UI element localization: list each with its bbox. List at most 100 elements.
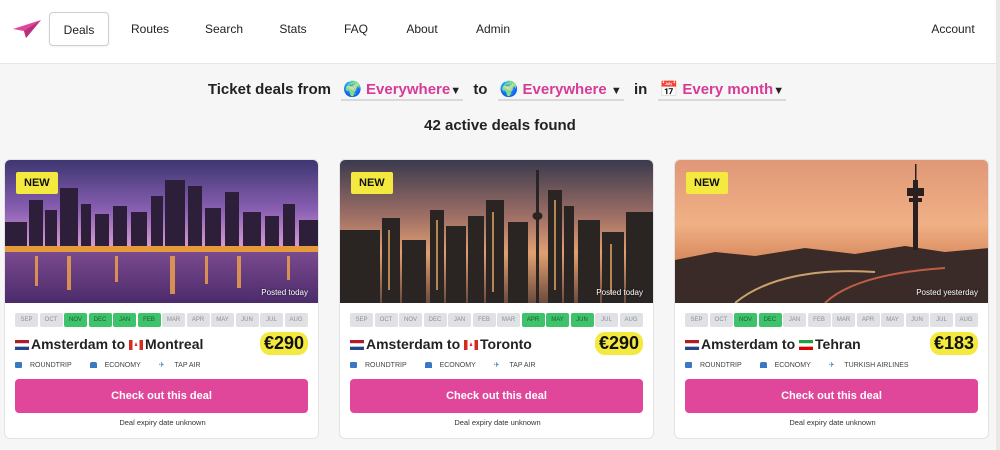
nav-stats[interactable]: Stats: [266, 12, 320, 46]
month-chip-may: MAY: [881, 313, 904, 327]
iran-flag-icon: [799, 340, 814, 350]
nav-faq[interactable]: FAQ: [334, 12, 378, 46]
seat-icon: [424, 362, 432, 368]
airline-name: TURKISH AIRLINES: [844, 362, 909, 369]
deal-card[interactable]: NEW Posted yesterday SEP OCT NOV DEC JAN FEB M…: [674, 159, 989, 439]
deal-route[interactable]: Amsterdam to Tehran: [685, 336, 861, 352]
netherlands-flag-icon: [685, 340, 699, 350]
roundtrip-icon: [350, 362, 357, 368]
month-value: Every month: [682, 81, 774, 98]
month-chip-mar: MAR: [162, 313, 185, 327]
airplane-icon: ✈: [493, 362, 500, 369]
airline-name: TAP AIR: [174, 362, 201, 369]
month-availability: SEP OCT NOV DEC JAN FEB MAR APR MAY JUN JUL AUG: [685, 313, 978, 327]
month-chip-aug: AUG: [619, 313, 643, 327]
seat-icon: [89, 362, 97, 368]
month-availability: SEP OCT NOV DEC JAN FEB MAR APR MAY JUN JUL AUG: [350, 313, 643, 327]
route-origin: Amsterdam: [31, 336, 109, 352]
deal-expiry: Deal expiry date unknown: [119, 418, 206, 427]
globe-icon: 🌍: [343, 81, 362, 98]
netherlands-flag-icon: [350, 340, 364, 350]
month-chip-jul: JUL: [930, 313, 953, 327]
roundtrip-icon: [15, 362, 22, 368]
roundtrip-icon: [685, 362, 692, 368]
airplane-icon: ✈: [828, 362, 835, 369]
nav-routes[interactable]: Routes: [122, 12, 178, 46]
nav-about[interactable]: About: [396, 12, 448, 46]
cabin-class: ECONOMY: [439, 362, 476, 369]
paper-plane-logo-icon[interactable]: [12, 18, 42, 40]
deal-card[interactable]: NEW Posted today SEP OCT NOV DEC JAN FEB MAR AP…: [4, 159, 319, 439]
month-chip-apr: APR: [856, 313, 880, 327]
month-chip-aug: AUG: [284, 313, 308, 327]
route-to-word: to: [111, 336, 126, 352]
filter-in-word: in: [633, 81, 648, 98]
route-destination: Montreal: [145, 336, 204, 352]
month-chip-jan: JAN: [448, 313, 471, 327]
month-chip-sep: SEP: [15, 313, 38, 327]
month-chip-mar: MAR: [497, 313, 520, 327]
airplane-icon: ✈: [158, 362, 165, 369]
month-chip-nov: NOV: [64, 313, 87, 327]
deal-filter: Ticket deals from 🌍 Everywhere▼ to 🌍 Eve…: [0, 80, 1000, 101]
new-badge: NEW: [686, 172, 728, 194]
posted-date: Posted today: [261, 288, 308, 297]
route-destination: Tehran: [815, 336, 861, 352]
month-chip-jan: JAN: [113, 313, 136, 327]
route-to-word: to: [446, 336, 461, 352]
month-chip-sep: SEP: [685, 313, 708, 327]
canada-flag-icon: [129, 340, 144, 350]
check-out-deal-button[interactable]: Check out this deal: [350, 379, 643, 413]
month-chip-jul: JUL: [595, 313, 618, 327]
month-chip-feb: FEB: [472, 313, 496, 327]
filter-to-word: to: [473, 81, 488, 98]
check-out-deal-button[interactable]: Check out this deal: [15, 379, 308, 413]
caret-down-icon: ▼: [773, 85, 785, 97]
route-origin: Amsterdam: [366, 336, 444, 352]
month-chip-feb: FEB: [807, 313, 831, 327]
nav-deals[interactable]: Deals: [49, 12, 109, 46]
month-chip-jun: JUN: [570, 313, 594, 327]
deals-count: 42 active deals found: [424, 117, 576, 134]
deal-meta: ROUNDTRIP ECONOMY ✈ TURKISH AIRLINES: [685, 361, 925, 369]
trip-type: ROUNDTRIP: [365, 362, 407, 369]
month-select[interactable]: 📅 Every month▼: [657, 80, 787, 101]
month-chip-dec: DEC: [423, 313, 447, 327]
month-chip-dec: DEC: [88, 313, 112, 327]
deal-meta: ROUNDTRIP ECONOMY ✈ TAP AIR: [350, 361, 552, 369]
caret-down-icon: ▼: [450, 85, 462, 97]
month-chip-sep: SEP: [350, 313, 373, 327]
month-chip-may: MAY: [211, 313, 234, 327]
deal-meta: ROUNDTRIP ECONOMY ✈ TAP AIR: [15, 361, 217, 369]
check-out-deal-button[interactable]: Check out this deal: [685, 379, 978, 413]
deal-route[interactable]: Amsterdam to Montreal: [15, 336, 203, 352]
globe-icon: 🌍: [499, 81, 519, 98]
month-chip-oct: OCT: [709, 313, 733, 327]
route-to-word: to: [781, 336, 796, 352]
posted-date: Posted today: [596, 288, 643, 297]
from-value: Everywhere: [366, 81, 451, 98]
month-chip-jul: JUL: [260, 313, 283, 327]
deal-price: €183: [929, 332, 978, 355]
month-chip-oct: OCT: [39, 313, 63, 327]
cabin-class: ECONOMY: [774, 362, 811, 369]
airline-name: TAP AIR: [509, 362, 536, 369]
filter-prefix: Ticket deals from: [207, 81, 331, 98]
to-select[interactable]: 🌍 Everywhere ▼: [497, 80, 624, 101]
top-navbar: Deals Routes Search Stats FAQ About Admi…: [0, 0, 1000, 64]
month-chip-aug: AUG: [954, 313, 978, 327]
month-chip-jan: JAN: [783, 313, 806, 327]
deal-card[interactable]: NEW Posted today SEP OCT NOV DEC JAN FEB MAR AP…: [339, 159, 654, 439]
month-chip-nov: NOV: [399, 313, 422, 327]
deal-expiry: Deal expiry date unknown: [789, 418, 876, 427]
month-chip-mar: MAR: [832, 313, 855, 327]
month-chip-apr: APR: [186, 313, 210, 327]
nav-search[interactable]: Search: [196, 12, 252, 46]
deal-route[interactable]: Amsterdam to Toronto: [350, 336, 532, 352]
month-chip-nov: NOV: [734, 313, 757, 327]
nav-admin[interactable]: Admin: [466, 12, 520, 46]
page-scrollbar[interactable]: [996, 0, 1000, 450]
to-value: Everywhere: [522, 81, 607, 98]
from-select[interactable]: 🌍 Everywhere▼: [341, 80, 464, 101]
nav-account[interactable]: Account: [922, 12, 984, 46]
